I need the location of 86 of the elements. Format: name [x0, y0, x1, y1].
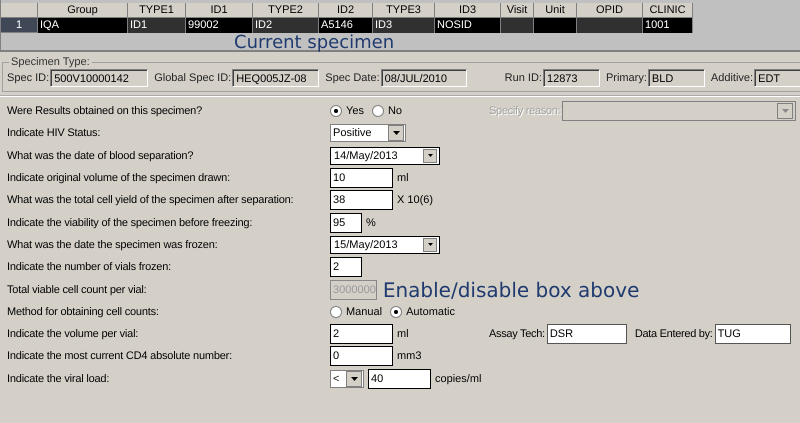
dropdown[interactable]: Positive — [330, 124, 406, 142]
table-cell: NOSID — [435, 18, 501, 33]
readonly-field[interactable]: EDT — [754, 68, 800, 86]
radio-label[interactable]: Yes — [346, 105, 364, 118]
table-cell: ID2 — [253, 18, 319, 33]
radio-label[interactable]: Manual — [346, 306, 382, 318]
question-label: Total viable cell count per vial: — [6, 284, 148, 296]
question-label: Method for obtaining cell counts: — [6, 306, 160, 318]
unit-label: X 10(6) — [397, 194, 434, 206]
column-header[interactable]: OPID — [577, 3, 643, 18]
radio-button[interactable] — [372, 105, 384, 118]
table-cell: ID1 — [128, 18, 186, 33]
readonly-field[interactable]: 12873 — [542, 68, 600, 86]
field-label: Run ID: — [504, 72, 542, 84]
field-label: Spec Date: — [325, 72, 380, 84]
field-label: Global Spec ID: — [154, 72, 232, 84]
column-header[interactable]: Visit — [501, 3, 534, 18]
question-label: What was the date of blood separation? — [6, 150, 194, 162]
caret-icon[interactable] — [428, 154, 432, 158]
radio-label[interactable]: Automatic — [406, 306, 455, 318]
question-label: Were Results obtained on this specimen? — [6, 105, 203, 118]
input-field[interactable]: 95 — [330, 212, 362, 233]
question-label: Indicate the viral load: — [6, 372, 110, 385]
input-field[interactable]: 10 — [330, 168, 393, 188]
readonly-field[interactable]: 08/JUL/2010 — [380, 68, 467, 86]
input-field[interactable]: 2 — [330, 257, 362, 278]
table-cell: ID3 — [373, 18, 435, 33]
column-header[interactable]: TYPE3 — [373, 3, 435, 18]
radio-button[interactable] — [390, 306, 402, 318]
dropdown[interactable]: < — [330, 370, 364, 388]
question-label: Indicate the number of vials frozen: — [6, 261, 172, 274]
unit-label: % — [366, 216, 376, 229]
date-picker[interactable]: 14/May/2013 — [330, 146, 440, 165]
annotation-text: Enable/disable box above — [382, 280, 640, 300]
column-header[interactable]: ID2 — [319, 3, 373, 18]
annotation-text: Current specimen — [234, 32, 394, 54]
field-label: Data Entered by: — [634, 328, 714, 340]
input-field[interactable]: 38 — [330, 190, 393, 210]
unit-label: ml — [397, 328, 409, 340]
caret-icon[interactable] — [350, 376, 358, 381]
table-cell — [534, 18, 577, 33]
group-title: Specimen Type: — [10, 56, 91, 68]
column-header[interactable]: ID1 — [186, 3, 253, 18]
question-label: Indicate original volume of the specimen drawn: — [6, 172, 231, 184]
table-cell — [501, 18, 534, 33]
unit-label: copies/ml — [435, 372, 482, 385]
readonly-field[interactable]: 500V10000142 — [50, 68, 148, 86]
radio-button[interactable] — [330, 105, 342, 118]
table-cell: 1001 — [643, 18, 693, 33]
question-label: Indicate the volume per vial: — [6, 328, 140, 340]
input-field[interactable]: TUG — [714, 324, 791, 344]
unit-label: mm3 — [397, 350, 422, 362]
table-row[interactable]: 1 IQA ID1 99002 ID2 A5146 ID3 NOSID 1001 — [1, 18, 800, 33]
field-label: Additive: — [710, 72, 754, 84]
readonly-field[interactable]: HEQ005JZ-08 — [232, 68, 320, 86]
unit-label: ml — [397, 172, 409, 184]
caret-icon[interactable] — [392, 131, 400, 136]
caret-icon[interactable] — [428, 243, 432, 246]
question-label: What was the date the specimen was frozen: — [6, 238, 218, 251]
input-field[interactable]: DSR — [546, 324, 627, 344]
column-header[interactable]: Group — [38, 3, 128, 18]
table-cell: A5146 — [319, 18, 373, 33]
column-header[interactable]: CLINIC — [643, 3, 693, 18]
field-label: Primary: — [606, 72, 647, 84]
readonly-field[interactable]: BLD — [648, 68, 705, 86]
table-cell: 99002 — [186, 18, 253, 33]
row-number: 1 — [1, 18, 38, 33]
field-label: Assay Tech: — [489, 328, 546, 340]
date-picker[interactable]: 15/May/2013 — [330, 236, 440, 254]
radio-label[interactable]: No — [388, 105, 402, 118]
input-field[interactable]: 40 — [368, 368, 431, 389]
column-header[interactable]: TYPE1 — [128, 3, 186, 18]
question-label: Indicate the most current CD4 absolute number: — [6, 350, 233, 362]
column-header[interactable]: ID3 — [435, 3, 501, 18]
column-header[interactable]: Unit — [534, 3, 577, 18]
field-label: Spec ID: — [7, 72, 50, 84]
input-field[interactable]: 2 — [330, 324, 393, 344]
table-cell: IQA — [38, 18, 128, 33]
dropdown[interactable] — [562, 101, 796, 122]
column-header[interactable]: TYPE2 — [253, 3, 319, 18]
question-label: Indicate the viability of the specimen before freezing: — [6, 216, 254, 229]
question-label: What was the total cell yield of the specimen after separation: — [6, 194, 294, 206]
input-field[interactable]: 0 — [330, 346, 393, 366]
radio-button[interactable] — [330, 306, 342, 318]
question-label: Indicate HIV Status: — [6, 127, 102, 140]
table-cell — [577, 18, 643, 33]
